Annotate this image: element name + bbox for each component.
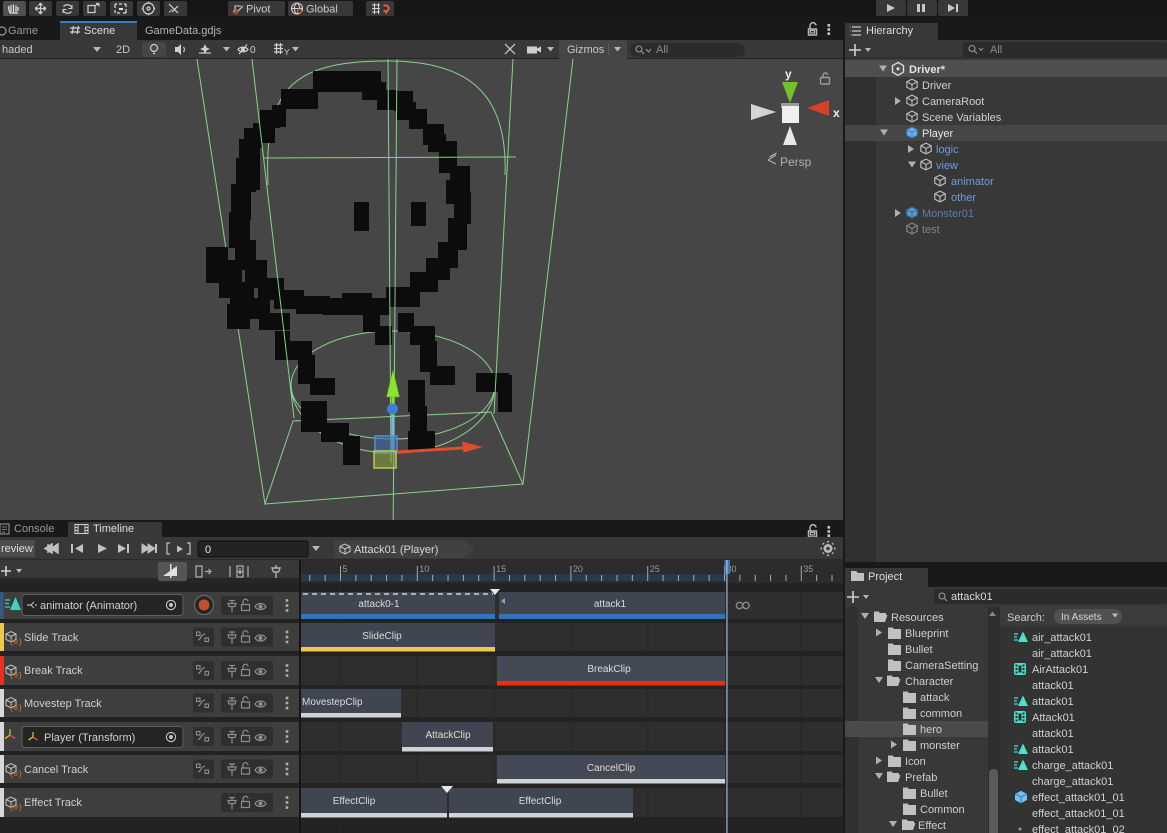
svg-text:Player (Transform): Player (Transform): [44, 732, 135, 744]
svg-text:Prefab: Prefab: [905, 772, 937, 784]
svg-text:10: 10: [419, 564, 429, 574]
svg-text:Cancel Track: Cancel Track: [24, 764, 89, 776]
svg-text:animator: animator: [951, 176, 994, 188]
svg-text:effect_attack01_01: effect_attack01_01: [1032, 808, 1125, 820]
svg-text:Driver*: Driver*: [909, 64, 946, 76]
svg-text:animator (Animator): animator (Animator): [40, 600, 137, 612]
svg-text:Character: Character: [905, 676, 954, 688]
svg-text:AttackClip: AttackClip: [425, 730, 470, 741]
svg-text:Bullet: Bullet: [920, 788, 948, 800]
svg-text:effect_attack01_02: effect_attack01_02: [1032, 824, 1125, 833]
svg-text:Bullet: Bullet: [905, 644, 933, 656]
svg-text:{0}: {0}: [9, 805, 23, 813]
svg-text:CancelClip: CancelClip: [587, 763, 636, 774]
svg-text:Effect Track: Effect Track: [24, 797, 82, 809]
svg-text:2D: 2D: [116, 44, 130, 56]
svg-text:y: y: [785, 67, 792, 81]
svg-text:0: 0: [250, 45, 256, 56]
svg-text:attack0-1: attack0-1: [358, 599, 400, 610]
svg-text:hero: hero: [920, 724, 942, 736]
svg-text:All: All: [990, 44, 1002, 56]
svg-text:All: All: [656, 44, 668, 56]
svg-text:Break Track: Break Track: [24, 665, 83, 677]
svg-text:35: 35: [803, 564, 813, 574]
svg-text:attack: attack: [920, 692, 950, 704]
svg-text:review: review: [1, 543, 33, 555]
svg-text:{0}: {0}: [9, 639, 23, 647]
svg-text:20: 20: [573, 564, 583, 574]
svg-text:{0}: {0}: [9, 771, 23, 779]
svg-text:Effect: Effect: [918, 820, 946, 832]
svg-text:Persp: Persp: [780, 155, 812, 169]
svg-text:Pivot: Pivot: [246, 4, 270, 16]
svg-text:SlideClip: SlideClip: [362, 631, 402, 642]
svg-text:logic: logic: [936, 144, 959, 156]
svg-text:Driver: Driver: [922, 80, 952, 92]
svg-text:other: other: [951, 192, 976, 204]
svg-text:Movestep Track: Movestep Track: [24, 698, 102, 710]
svg-text:attack01: attack01: [951, 591, 993, 603]
svg-text:attack01: attack01: [1032, 680, 1074, 692]
svg-text:EffectClip: EffectClip: [333, 796, 376, 807]
svg-text:Common: Common: [920, 804, 965, 816]
svg-text:x: x: [833, 106, 840, 120]
svg-text:air_attack01: air_attack01: [1032, 632, 1092, 644]
svg-text:Player: Player: [922, 128, 954, 140]
svg-text:0: 0: [205, 544, 211, 556]
svg-text:charge_attack01: charge_attack01: [1032, 776, 1113, 788]
svg-text:CameraSetting: CameraSetting: [905, 660, 978, 672]
svg-text:5: 5: [343, 564, 348, 574]
svg-text:common: common: [920, 708, 962, 720]
svg-text:Monster01: Monster01: [922, 208, 974, 220]
svg-text:Attack01 (Player): Attack01 (Player): [354, 544, 438, 556]
svg-text:monster: monster: [920, 740, 960, 752]
svg-text:attack01: attack01: [1032, 696, 1074, 708]
svg-text:AirAttack01: AirAttack01: [1032, 664, 1088, 676]
svg-text:attack1: attack1: [594, 599, 627, 610]
svg-text:Blueprint: Blueprint: [905, 628, 948, 640]
svg-text:effect_attack01_01: effect_attack01_01: [1032, 792, 1125, 804]
svg-text:Scene Variables: Scene Variables: [922, 112, 1002, 124]
svg-text:EffectClip: EffectClip: [519, 796, 562, 807]
svg-text:Slide Track: Slide Track: [24, 632, 79, 644]
svg-text:25: 25: [650, 564, 660, 574]
svg-text:{0}: {0}: [9, 673, 23, 681]
svg-text:attack01: attack01: [1032, 728, 1074, 740]
svg-text:15: 15: [496, 564, 506, 574]
svg-text:Global: Global: [306, 4, 338, 16]
svg-text:CameraRoot: CameraRoot: [922, 96, 984, 108]
svg-text:Gizmos: Gizmos: [567, 44, 605, 56]
svg-text:Icon: Icon: [905, 756, 926, 768]
svg-text:In Assets: In Assets: [1061, 612, 1102, 623]
svg-text:MovestepClip: MovestepClip: [302, 697, 363, 708]
svg-text:Resources: Resources: [891, 612, 944, 624]
svg-text:BreakClip: BreakClip: [587, 664, 631, 675]
svg-text:test: test: [922, 224, 940, 236]
svg-text:charge_attack01: charge_attack01: [1032, 760, 1113, 772]
svg-text:attack01: attack01: [1032, 744, 1074, 756]
svg-text:Attack01: Attack01: [1032, 712, 1075, 724]
svg-text:view: view: [936, 160, 958, 172]
svg-text:haded: haded: [2, 44, 33, 56]
svg-text:Search:: Search:: [1007, 612, 1045, 624]
svg-text:Y: Y: [284, 47, 290, 57]
svg-text:air_attack01: air_attack01: [1032, 648, 1092, 660]
svg-text:{0}: {0}: [9, 705, 23, 713]
